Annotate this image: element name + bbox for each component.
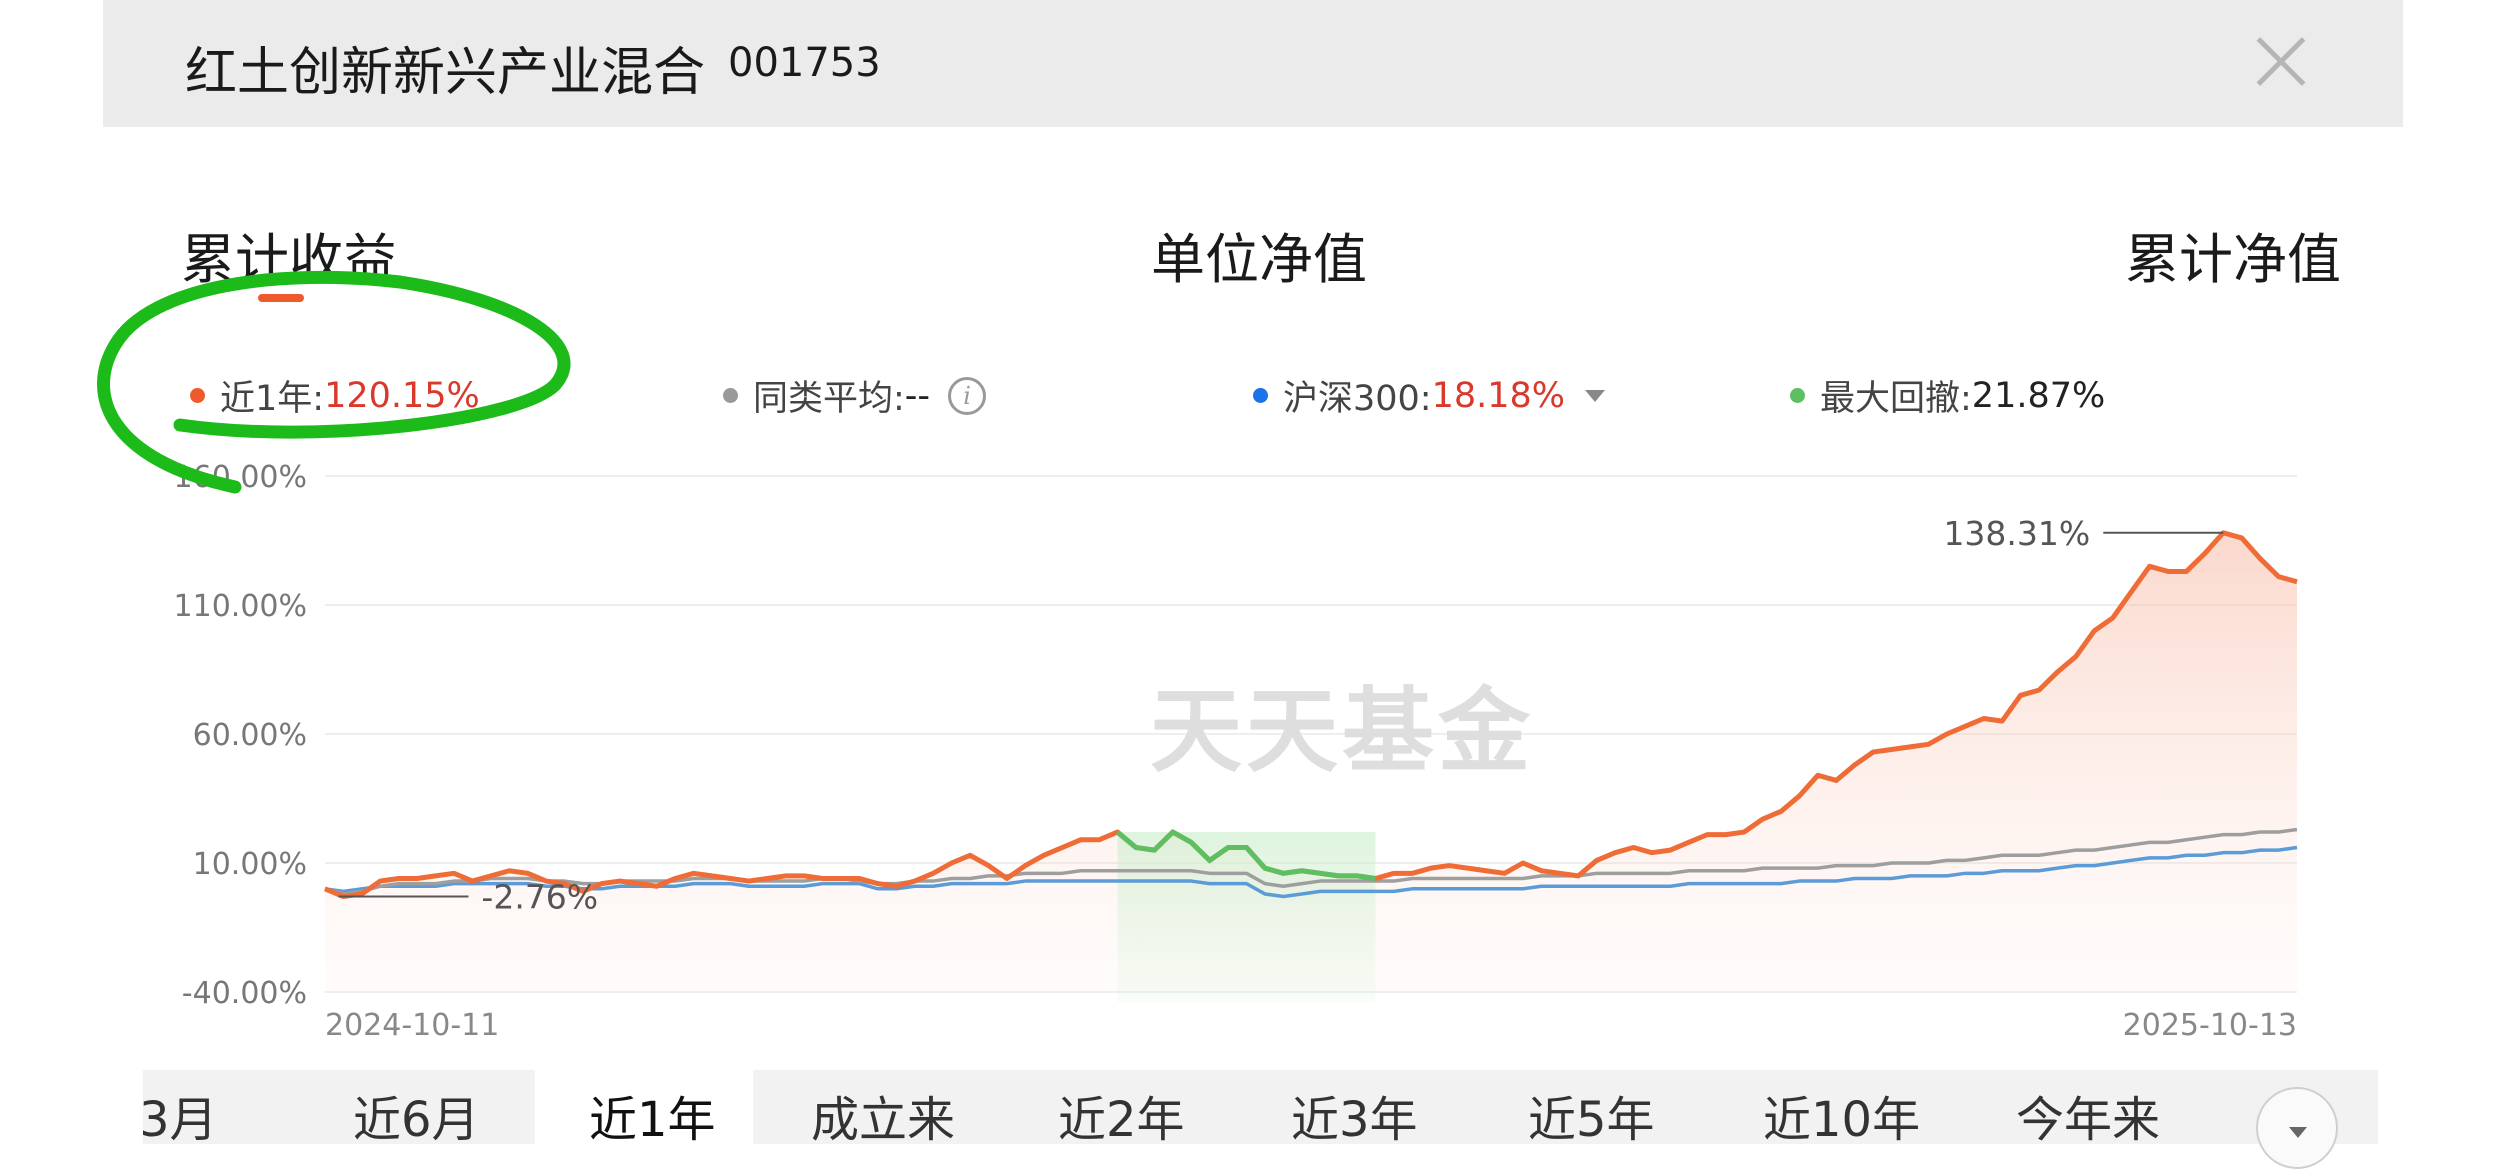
period-selector: 近3月 近6月 近1年 成立来 近2年 近3年 近5年 近10年 今年来 [143,1070,2378,1144]
tab-accumulated-nav[interactable]: 累计净值 [2125,215,2341,294]
period-ytd[interactable]: 今年来 [2016,1070,2216,1144]
min-annotation: -2.76% [481,878,598,917]
more-periods-button[interactable] [2256,1087,2338,1169]
category-average-value: -- [904,375,931,416]
y-tick-label: -40.00% [182,976,307,1011]
stat-category-average: 同类平均: -- i [723,370,987,421]
period-5y[interactable]: 近5年 [1528,1070,1728,1144]
active-tab-indicator [258,294,304,302]
one-year-dot [190,388,205,403]
y-tick-label: 160.00% [174,460,307,495]
one-year-label: 近1年: [220,379,325,419]
max-drawdown-label: 最大回撤: [1820,379,1972,419]
tab-unit-nav[interactable]: 单位净值 [1151,215,1367,294]
one-year-value: 120.15% [324,375,480,416]
y-tick-label: 110.00% [174,589,307,624]
hs300-dot [1253,388,1268,403]
y-tick-label: 10.00% [193,847,307,882]
hs300-value: 18.18% [1431,375,1566,416]
period-10y[interactable]: 近10年 [1763,1070,1963,1144]
stat-one-year: 近1年: 120.15% [190,370,480,421]
stat-max-drawdown: 最大回撤: 21.87% [1790,370,2105,421]
hs300-label: 沪深300: [1283,379,1432,419]
max-drawdown-value: 21.87% [1971,375,2106,416]
category-average-label: 同类平均: [753,379,905,419]
max-annotation: 138.31% [1943,514,2090,553]
period-2y[interactable]: 近2年 [1058,1070,1258,1144]
fund-header: 红土创新新兴产业混合 001753 [103,0,2403,127]
fund-name: 红土创新新兴产业混合 [185,43,706,103]
category-average-dot [723,388,738,403]
drawdown-area [1117,832,1376,1002]
y-tick-label: 60.00% [193,718,307,753]
period-since-inception[interactable]: 成立来 [811,1070,1011,1144]
period-6m[interactable]: 近6月 [353,1070,553,1144]
max-drawdown-dot [1790,388,1805,403]
return-chart[interactable]: -40.00% 10.00% 60.00% 110.00% 160.00% 天天基金 1… [0,450,2519,1050]
stat-hs300: 沪深300: 18.18% [1253,370,1606,421]
benchmark-dropdown-icon[interactable] [1585,389,1606,402]
info-icon[interactable]: i [948,376,987,415]
tab-cumulative-return[interactable]: 累计收益 [181,215,397,294]
x-end-label: 2025-10-13 [2123,1008,2297,1043]
period-3y[interactable]: 近3年 [1291,1070,1491,1144]
fund-code: 001753 [728,40,881,86]
watermark: 天天基金 [1150,677,1534,785]
x-start-label: 2024-10-11 [325,1008,499,1043]
close-icon[interactable] [2251,32,2311,92]
period-1y[interactable]: 近1年 [535,1070,753,1144]
